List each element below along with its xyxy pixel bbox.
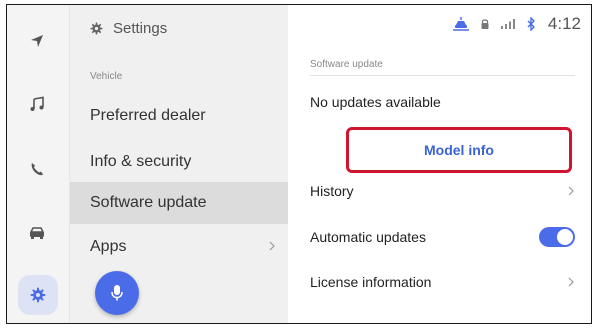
car-icon <box>29 227 45 239</box>
update-status-row: No updates available <box>310 87 575 117</box>
history-row[interactable]: History <box>310 176 575 206</box>
gear-icon <box>90 21 103 35</box>
voice-mic-button[interactable] <box>95 271 139 315</box>
rail-item-music[interactable] <box>15 82 59 126</box>
automatic-updates-row: Automatic updates <box>310 222 575 252</box>
chevron-right-icon <box>568 277 574 287</box>
model-info-button[interactable]: Model info <box>424 142 494 158</box>
menu-item-label: Apps <box>90 238 127 255</box>
chevron-right-icon <box>269 241 275 251</box>
settings-title: Settings <box>113 19 168 37</box>
music-note-icon <box>30 96 44 111</box>
automatic-updates-label: Automatic updates <box>310 229 426 245</box>
menu-item-label: Preferred dealer <box>90 107 206 124</box>
menu-item-label: Info & security <box>90 153 192 170</box>
history-label: History <box>310 183 354 199</box>
menu-item-info-security[interactable]: Info & security <box>70 141 288 183</box>
menu-item-preferred-dealer[interactable]: Preferred dealer <box>70 95 288 137</box>
software-update-panel: 4:12 Software update No updates availabl… <box>288 5 591 323</box>
menu-item-apps[interactable]: Apps <box>70 226 288 268</box>
rail-item-navigation[interactable] <box>15 19 59 63</box>
menu-item-label: Software update <box>90 194 207 211</box>
settings-menu: Settings Vehicle Preferred dealer Info &… <box>70 5 288 323</box>
left-rail <box>7 5 70 323</box>
update-status-text: No updates available <box>310 94 441 110</box>
rail-item-vehicle[interactable] <box>15 211 59 255</box>
automatic-updates-toggle[interactable] <box>539 227 575 247</box>
clock: 4:12 <box>547 14 581 33</box>
license-information-row[interactable]: License information <box>310 267 575 297</box>
rail-item-settings[interactable] <box>18 275 58 315</box>
chevron-right-icon <box>568 186 574 196</box>
software-update-section-label: Software update <box>310 59 383 70</box>
rail-item-phone[interactable] <box>15 147 59 191</box>
signal-bars-icon <box>500 19 515 29</box>
gear-icon <box>30 287 46 303</box>
toggle-knob <box>557 229 573 245</box>
model-info-highlight: Model info <box>346 127 572 173</box>
bluetooth-icon <box>527 17 535 31</box>
status-bar: 4:12 <box>452 13 581 35</box>
car-connection-icon <box>452 17 469 31</box>
microphone-icon <box>111 285 123 301</box>
phone-icon <box>31 163 43 176</box>
section-divider <box>310 75 575 76</box>
license-information-label: License information <box>310 274 432 290</box>
screen-frame: Settings Vehicle Preferred dealer Info &… <box>6 4 592 324</box>
menu-item-software-update[interactable]: Software update <box>70 182 288 224</box>
settings-header: Settings <box>90 17 167 39</box>
navigation-arrow-icon <box>31 35 43 47</box>
vehicle-section-label: Vehicle <box>90 71 123 82</box>
lock-icon <box>481 19 489 29</box>
